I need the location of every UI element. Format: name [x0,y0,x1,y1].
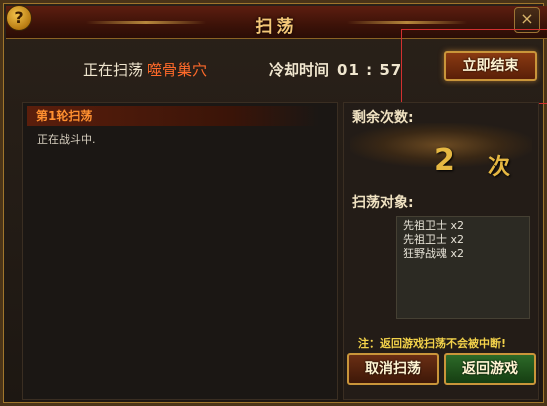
remaining-count: 2 [434,143,455,178]
log-line: 正在战斗中. [37,133,96,146]
cooldown-label: 冷却时间 [269,61,330,79]
list-item: 狂野战魂 x2 [403,247,465,260]
sweep-info-panel: 剩余次数: 2 次 扫荡对象: 先祖卫士 x2 先祖卫士 x2 狂野战魂 x2 … [343,102,539,400]
return-game-button[interactable]: 返回游戏 [444,353,536,385]
scanning-label: 正在扫荡 [83,61,144,79]
cooldown-timer: 01 : 57 [337,61,403,79]
targets-list: 先祖卫士 x2 先祖卫士 x2 狂野战魂 x2 [396,216,530,319]
scanning-status: 正在扫荡 噬骨巢穴 [83,59,207,80]
sweep-log-panel: 第1轮扫荡 正在战斗中. [22,102,338,400]
log-round-header: 第1轮扫荡 [27,106,319,126]
help-icon[interactable]: ? [6,5,32,31]
scan-location: 噬骨巢穴 [147,61,208,79]
return-notice: 注：返回游戏扫荡不会被中断! [358,337,507,350]
remaining-unit: 次 [488,155,511,180]
highlight-box [401,29,547,104]
cancel-sweep-button[interactable]: 取消扫荡 [347,353,439,385]
list-item: 先祖卫士 x2 [403,219,465,232]
targets-label: 扫荡对象: [352,195,414,211]
remaining-count-area: 2 次 [350,123,532,180]
sweep-dialog: 扫荡 ? × 正在扫荡 噬骨巢穴 冷却时间 01 : 57 立即结束 第1轮扫荡 正… [0,0,547,406]
cooldown-status: 冷却时间 01 : 57 [269,59,402,80]
list-item: 先祖卫士 x2 [403,233,465,246]
